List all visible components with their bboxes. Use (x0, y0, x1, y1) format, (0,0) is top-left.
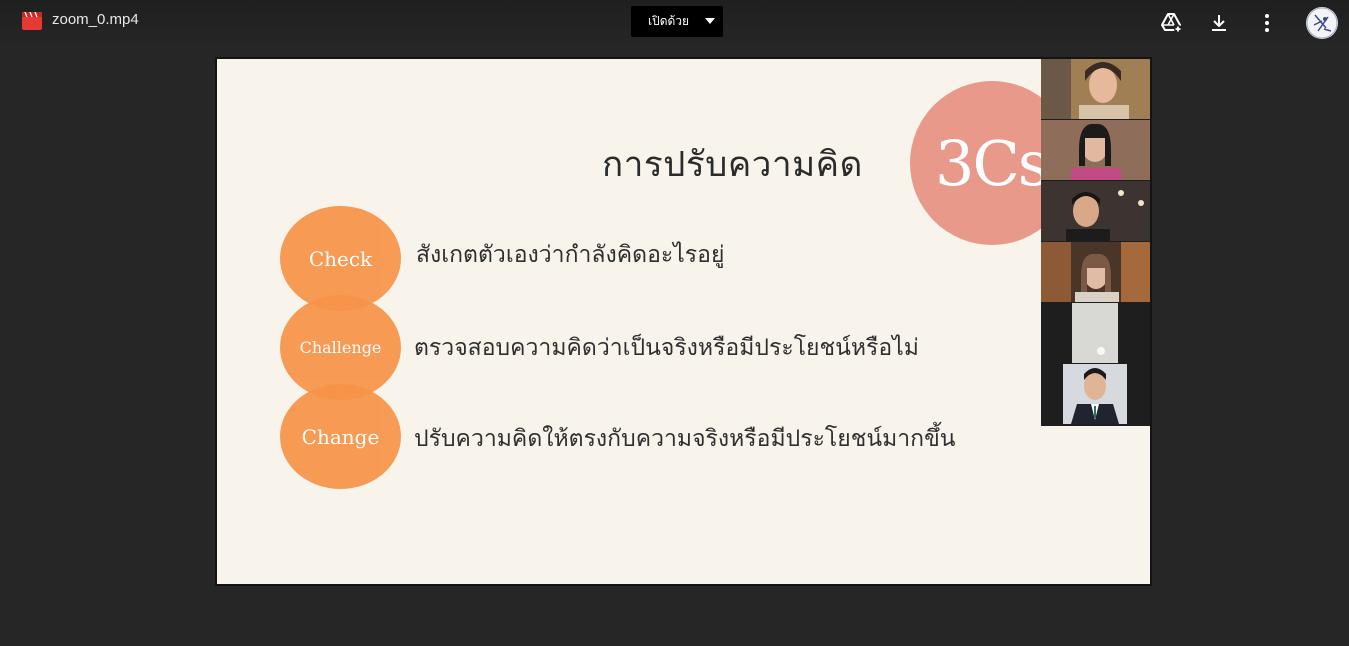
participant-tile (1041, 242, 1150, 302)
participant-tile (1041, 181, 1150, 241)
participant-video-icon (1041, 181, 1150, 241)
chevron-down-icon (705, 18, 715, 24)
add-to-drive-icon[interactable] (1159, 11, 1183, 35)
step-text-change: ปรับความคิดให้ตรงกับความจริงหรือมีประโยช… (414, 426, 956, 452)
open-with-label: เปิดด้วย (648, 14, 690, 28)
participant-tile (1041, 303, 1150, 363)
more-options-icon[interactable] (1255, 11, 1279, 35)
video-frame-slide: 3Cs การปรับความคิด Check Challenge Chang… (217, 59, 1150, 584)
participant-video-icon (1041, 364, 1150, 424)
participant-tile (1041, 364, 1150, 424)
open-with-button[interactable]: เปิดด้วย (631, 6, 723, 37)
step-label: Challenge (299, 338, 382, 357)
step-text-challenge: ตรวจสอบความคิดว่าเป็นจริงหรือมีประโยชน์ห… (414, 335, 919, 361)
slide-title: การปรับความคิด (602, 145, 863, 185)
participant-tile (1041, 59, 1150, 119)
participant-video-icon (1041, 242, 1150, 302)
participant-video-icon (1041, 303, 1150, 363)
download-icon[interactable] (1207, 11, 1231, 35)
step-text-check: สังเกตตัวเองว่ากำลังคิดอะไรอยู่ (416, 242, 725, 268)
step-label: Check (308, 246, 373, 271)
badge-3cs: 3Cs (935, 127, 1050, 200)
participant-gallery (1041, 59, 1150, 426)
video-file-icon (22, 12, 42, 30)
avatar-image-icon (1306, 7, 1338, 39)
participant-video-icon (1041, 59, 1150, 119)
step-label: Change (301, 424, 380, 449)
viewer-toolbar: zoom_0.mp4 เปิดด้วย (0, 0, 1349, 48)
participant-tile (1041, 120, 1150, 180)
participant-video-icon (1041, 120, 1150, 180)
step-circle-change: Change (280, 384, 401, 489)
file-name: zoom_0.mp4 (52, 11, 139, 28)
account-avatar[interactable] (1306, 7, 1338, 39)
